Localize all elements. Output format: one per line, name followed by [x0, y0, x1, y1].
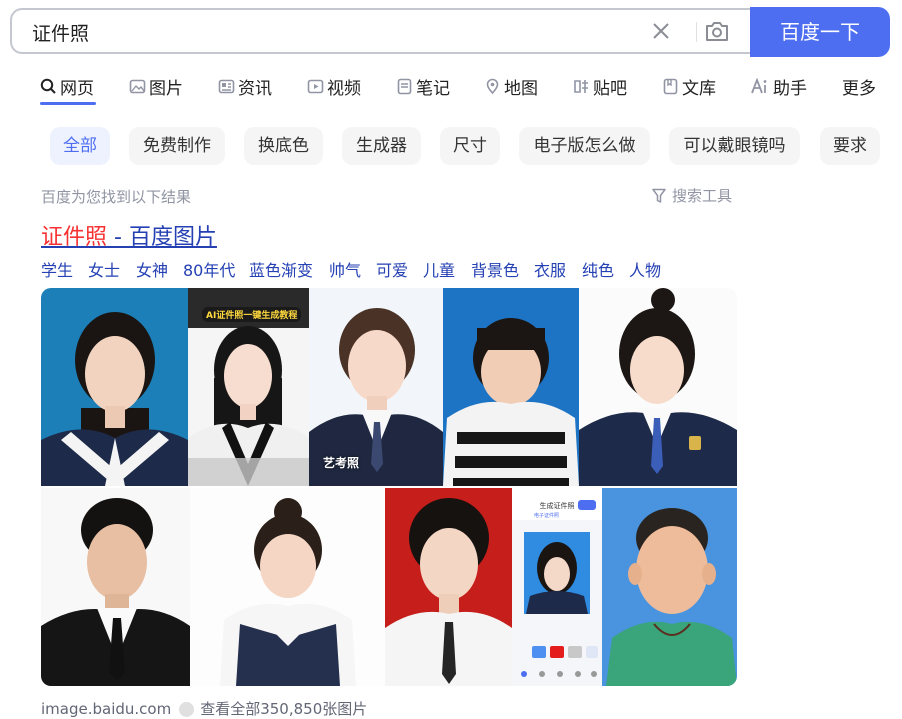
related-tag[interactable]: 可爱	[376, 257, 408, 281]
chip-electronic[interactable]: 电子版怎么做	[519, 127, 650, 165]
tab-more[interactable]: 更多	[842, 72, 876, 100]
related-tag[interactable]: 女神	[136, 257, 168, 281]
phone-screen-title: 生成证件照	[539, 502, 575, 510]
tab-web[interactable]: 网页	[40, 72, 94, 100]
result-image[interactable]	[579, 288, 737, 486]
result-image[interactable]: AI证件照一键生成教程	[188, 288, 309, 486]
result-image[interactable]	[385, 488, 512, 686]
search-tools-button[interactable]: 搜索工具	[652, 185, 732, 206]
search-box[interactable]	[10, 8, 756, 54]
tab-label: 文库	[682, 78, 716, 99]
video-icon	[307, 79, 324, 93]
related-tag[interactable]: 学生	[41, 257, 73, 281]
chip-requirements[interactable]: 要求	[820, 127, 880, 165]
related-tag[interactable]: 女士	[88, 257, 120, 281]
tab-label: 笔记	[416, 78, 450, 99]
title-highlight: 证件照	[41, 225, 108, 250]
tab-label: 地图	[504, 78, 538, 99]
view-all-link[interactable]: 查看全部350,850张图片	[200, 700, 367, 718]
search-button[interactable]: 百度一下	[750, 7, 890, 57]
image-icon	[129, 79, 146, 93]
tab-label: 资讯	[238, 78, 272, 99]
video-banner: AI证件照一键生成教程	[202, 307, 302, 322]
chip-glasses[interactable]: 可以戴眼镜吗	[669, 127, 800, 165]
filter-icon	[652, 188, 666, 203]
result-image[interactable]	[190, 488, 385, 686]
tab-assistant[interactable]: 助手	[751, 72, 807, 100]
result-image[interactable]	[602, 488, 737, 686]
camera-icon[interactable]	[704, 19, 730, 43]
tab-video[interactable]: 视频	[307, 72, 361, 100]
active-tab-indicator	[40, 102, 96, 105]
tab-label: 助手	[773, 78, 807, 99]
tab-images[interactable]: 图片	[129, 72, 183, 100]
search-input[interactable]	[30, 10, 594, 54]
map-pin-icon	[486, 78, 499, 94]
chip-all[interactable]: 全部	[50, 127, 110, 165]
note-icon	[397, 78, 412, 94]
tab-map[interactable]: 地图	[484, 72, 538, 100]
related-tag[interactable]: 背景色	[471, 257, 519, 281]
result-source: image.baidu.com 查看全部350,850张图片	[41, 698, 367, 719]
tab-label: 网页	[60, 78, 94, 99]
related-tag[interactable]: 纯色	[582, 257, 614, 281]
tab-label: 更多	[842, 78, 876, 99]
tab-label: 贴吧	[593, 78, 627, 99]
search-icon	[40, 78, 56, 94]
title-rest: - 百度图片	[107, 225, 217, 250]
related-tag[interactable]: 衣服	[534, 257, 566, 281]
divider	[696, 22, 697, 42]
close-icon[interactable]	[651, 21, 671, 41]
tab-notes[interactable]: 笔记	[396, 72, 450, 100]
related-tag[interactable]: 儿童	[423, 257, 455, 281]
tieba-icon	[574, 79, 588, 93]
art-photo-label: 艺考照	[323, 456, 360, 470]
tab-news[interactable]: 资讯	[218, 72, 272, 100]
result-image[interactable]	[41, 488, 190, 686]
tab-label: 视频	[327, 78, 361, 99]
news-icon	[218, 79, 235, 93]
tab-label: 图片	[149, 78, 183, 99]
tab-library[interactable]: 文库	[662, 72, 716, 100]
ai-icon	[751, 77, 767, 93]
chip-size[interactable]: 尺寸	[440, 127, 500, 165]
library-icon	[663, 78, 678, 94]
result-image[interactable]	[41, 288, 188, 486]
related-tag[interactable]: 蓝色渐变	[249, 257, 313, 281]
image-grid: AI证件照一键生成教程 艺考照 生成证件照 电子证件照	[41, 288, 737, 686]
result-image[interactable]: 艺考照	[309, 288, 443, 486]
tab-tieba[interactable]: 贴吧	[573, 72, 627, 100]
result-image[interactable]	[443, 288, 579, 486]
source-domain: image.baidu.com	[41, 700, 172, 718]
related-tag[interactable]: 帅气	[329, 257, 361, 281]
result-title-link[interactable]: 证件照 - 百度图片	[41, 219, 217, 251]
phone-screen-subtitle: 电子证件照	[534, 513, 560, 519]
related-tag[interactable]: 人物	[629, 257, 661, 281]
related-tag[interactable]: 80年代	[183, 257, 235, 281]
search-tools-label: 搜索工具	[672, 187, 733, 205]
chip-generator[interactable]: 生成器	[342, 127, 421, 165]
result-image[interactable]: 生成证件照 电子证件照	[512, 488, 602, 686]
result-count: 百度为您找到以下结果	[41, 188, 192, 206]
chip-change-bg[interactable]: 换底色	[244, 127, 323, 165]
chip-free-make[interactable]: 免费制作	[129, 127, 225, 165]
